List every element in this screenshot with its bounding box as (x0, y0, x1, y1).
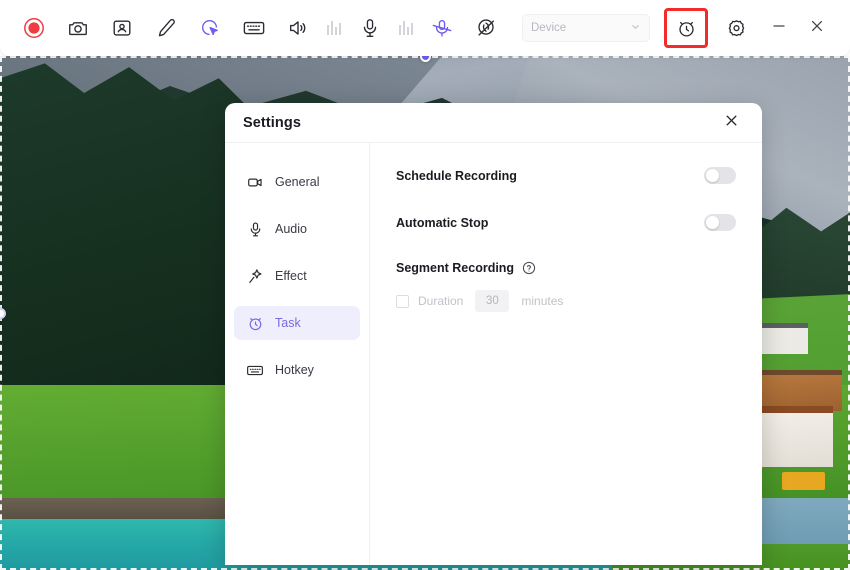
automatic-stop-toggle[interactable] (704, 214, 736, 231)
schedule-recording-toggle[interactable] (704, 167, 736, 184)
duration-checkbox[interactable] (396, 294, 409, 308)
record-icon (23, 17, 45, 39)
webcam-off-button[interactable] (466, 11, 506, 45)
keyboard-icon (242, 17, 266, 39)
duration-label: Duration (418, 294, 464, 308)
cursor-button[interactable] (190, 11, 230, 45)
close-icon (809, 18, 825, 39)
alarm-clock-icon (246, 314, 264, 332)
duration-row: Duration minutes (396, 290, 736, 312)
speaker-icon (287, 17, 309, 39)
settings-dialog: Settings General Audio Effect Task Hotke… (225, 103, 762, 565)
microphone-muted-icon (430, 17, 454, 39)
sidebar-item-label: Effect (275, 269, 307, 283)
close-button[interactable] (798, 11, 836, 45)
segment-recording-label: Segment Recording (396, 261, 515, 275)
sidebar-item-effect[interactable]: Effect (234, 259, 360, 293)
video-camera-icon (246, 173, 264, 191)
dialog-body: General Audio Effect Task Hotkey Schedul… (225, 143, 762, 565)
sidebar-item-label: Hotkey (275, 363, 314, 377)
record-button[interactable] (14, 11, 54, 45)
toggle-knob (706, 216, 719, 229)
duration-unit-label: minutes (521, 294, 564, 308)
magic-wand-icon (246, 267, 264, 285)
automatic-stop-label: Automatic Stop (396, 215, 489, 230)
duration-input[interactable] (475, 290, 510, 312)
pencil-icon (155, 17, 177, 39)
sidebar-item-label: Audio (275, 222, 307, 236)
toggle-knob (706, 169, 719, 182)
page-title: Settings (243, 114, 301, 131)
person-frame-icon (111, 17, 133, 39)
minimize-icon (771, 18, 787, 39)
chevron-down-icon (630, 19, 641, 37)
sidebar-item-hotkey[interactable]: Hotkey (234, 353, 360, 387)
segment-recording-header: Segment Recording (396, 261, 736, 275)
app-window: Device Settings General Audio Effect Tas… (0, 0, 850, 570)
sidebar-item-audio[interactable]: Audio (234, 212, 360, 246)
alarm-clock-icon (676, 18, 697, 39)
settings-content-task: Schedule Recording Automatic Stop Segmen… (370, 143, 762, 565)
microphone-icon (246, 220, 264, 238)
keyboard-icon (246, 361, 264, 379)
microphone-icon (359, 17, 381, 39)
camera-icon (67, 17, 89, 39)
screenshot-button[interactable] (58, 11, 98, 45)
level-meter-icon (326, 19, 344, 37)
dialog-header: Settings (225, 103, 762, 143)
settings-sidebar: General Audio Effect Task Hotkey (225, 143, 370, 565)
close-icon (724, 113, 739, 133)
barn-wooden (748, 369, 842, 411)
sidebar-item-general[interactable]: General (234, 165, 360, 199)
minimize-button[interactable] (760, 11, 798, 45)
speaker-meter (322, 11, 348, 45)
keystroke-button[interactable] (234, 11, 274, 45)
automatic-stop-row: Automatic Stop (396, 214, 736, 231)
sidebar-item-label: General (275, 175, 320, 189)
schedule-recording-label: Schedule Recording (396, 168, 517, 183)
yellow-truck (782, 472, 825, 490)
timer-button[interactable] (664, 8, 708, 48)
cursor-highlight-icon (199, 17, 221, 39)
sidebar-item-label: Task (275, 316, 301, 330)
main-toolbar: Device (0, 0, 850, 56)
schedule-recording-row: Schedule Recording (396, 167, 736, 184)
gear-icon (726, 18, 747, 39)
microphone-button[interactable] (350, 11, 390, 45)
level-meter-icon (398, 19, 416, 37)
device-select-value: Device (531, 22, 567, 34)
speaker-button[interactable] (278, 11, 318, 45)
sidebar-item-task[interactable]: Task (234, 306, 360, 340)
device-select[interactable]: Device (522, 14, 650, 42)
question-mark-icon[interactable] (522, 261, 536, 275)
microphone-meter (394, 11, 420, 45)
settings-button[interactable] (716, 11, 756, 45)
window-controls (760, 11, 836, 45)
webcam-off-icon (475, 17, 497, 39)
dialog-close-button[interactable] (718, 110, 744, 136)
microphone-mute-button[interactable] (422, 11, 462, 45)
webcam-button[interactable] (102, 11, 142, 45)
draw-button[interactable] (146, 11, 186, 45)
